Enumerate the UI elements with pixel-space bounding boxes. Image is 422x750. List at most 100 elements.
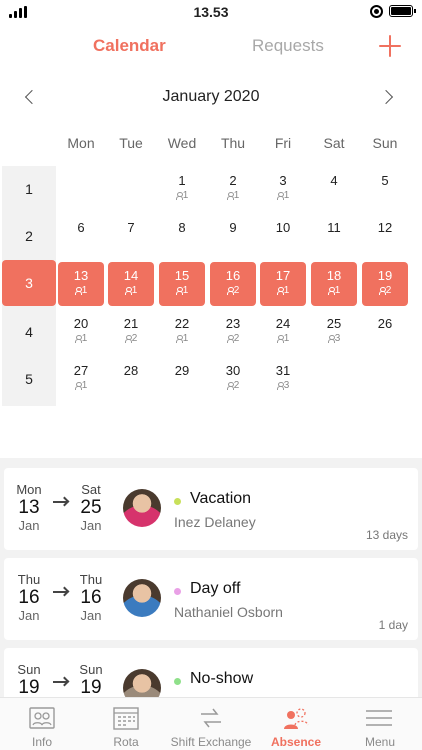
nav-info[interactable]: Info — [0, 698, 84, 750]
absence-type-dot — [174, 498, 181, 505]
calendar-day[interactable]: 17 1 — [260, 262, 306, 306]
from-date-dow: Sun — [17, 662, 41, 677]
person-icon — [124, 287, 132, 295]
absence-count: 1 — [159, 190, 205, 201]
calendar-day[interactable]: 28 — [108, 357, 154, 401]
week-number[interactable]: 3 — [2, 260, 56, 306]
calendar-day[interactable]: 21 — [210, 167, 256, 211]
day-number: 27 — [73, 363, 89, 378]
absence-count: 1 — [159, 285, 205, 296]
absence-duration: 1 day — [378, 618, 408, 632]
week-number[interactable]: 2 — [2, 228, 56, 244]
calendar-day[interactable]: 9 — [210, 214, 256, 258]
absence-count-value: 2 — [233, 285, 240, 296]
calendar-day[interactable]: 8 — [159, 214, 205, 258]
day-number: 16 — [225, 268, 241, 283]
calendar-day[interactable]: 18 1 — [311, 262, 357, 306]
absence-count-value: 1 — [131, 285, 138, 296]
absence-count-value: 1 — [182, 285, 189, 296]
calendar-day[interactable]: 15 1 — [159, 262, 205, 306]
calendar-icon — [113, 707, 139, 730]
absence-duration: 13 days — [365, 528, 408, 542]
calendar-day[interactable]: 7 — [108, 214, 154, 258]
nav-menu[interactable]: Menu — [338, 698, 422, 750]
absence-count: 1 — [210, 190, 256, 201]
calendar-day[interactable]: 11 — [159, 167, 205, 211]
day-number: 8 — [178, 220, 186, 235]
day-number: 21 — [123, 316, 139, 331]
nav-shift-exchange[interactable]: Shift Exchange — [168, 698, 254, 750]
calendar-day[interactable]: 12 — [362, 214, 408, 258]
to-date-mon: Jan — [80, 518, 102, 533]
calendar-day[interactable]: 16 2 — [210, 262, 256, 306]
day-number: 6 — [77, 220, 85, 235]
day-number: 19 — [377, 268, 393, 283]
swap-arrows-icon — [201, 708, 221, 728]
tab-requests[interactable]: Requests — [252, 36, 324, 56]
absence-count-value: 1 — [233, 190, 240, 201]
calendar-day[interactable]: 10 — [260, 214, 306, 258]
calendar-day[interactable]: 29 — [159, 357, 205, 401]
calendar-day[interactable]: 19 2 — [362, 262, 408, 306]
avatar — [123, 489, 161, 527]
calendar-day[interactable]: 11 — [311, 214, 357, 258]
calendar-day[interactable]: 25 3 — [311, 310, 357, 354]
nav-label: Rota — [113, 735, 139, 749]
status-time: 13.53 — [193, 4, 229, 20]
weekday-wed: Wed — [167, 135, 197, 151]
absence-count: 1 — [260, 285, 306, 296]
week-number[interactable]: 5 — [2, 371, 56, 387]
day-number: 20 — [73, 316, 89, 331]
arrow-right-icon — [53, 501, 67, 503]
absence-count-value: 2 — [131, 333, 138, 344]
calendar-day[interactable]: 4 — [311, 167, 357, 211]
day-number: 30 — [225, 363, 241, 378]
absence-person: Inez Delaney — [174, 514, 256, 530]
absence-card[interactable]: Mon 13 Jan Sat 25 Jan Vacation Inez Delaney 13 d… — [4, 468, 418, 550]
hamburger-menu-icon — [366, 710, 392, 726]
person-icon — [276, 335, 284, 343]
day-number: 9 — [229, 220, 237, 235]
calendar-day[interactable]: 6 — [58, 214, 104, 258]
absence-card[interactable]: Thu 16 Jan Thu 16 Jan Day off Nathaniel Osborn 1… — [4, 558, 418, 640]
absence-count: 1 — [108, 285, 154, 296]
calendar-day[interactable]: 23 2 — [210, 310, 256, 354]
absence-count-value: 1 — [182, 190, 189, 201]
day-number: 23 — [225, 316, 241, 331]
week-number[interactable]: 1 — [2, 181, 56, 197]
person-icon — [378, 287, 386, 295]
calendar-day[interactable]: 31 — [260, 167, 306, 211]
calendar-day[interactable]: 31 3 — [260, 357, 306, 401]
absence-count-value: 1 — [81, 333, 88, 344]
calendar-day[interactable]: 5 — [362, 167, 408, 211]
person-icon — [226, 192, 234, 200]
plus-icon[interactable] — [379, 35, 401, 57]
calendar-day[interactable]: 20 1 — [58, 310, 104, 354]
from-date-mon: Jan — [18, 608, 40, 623]
day-number: 1 — [178, 173, 186, 188]
week-number[interactable]: 4 — [2, 324, 56, 340]
person-icon — [276, 192, 284, 200]
absence-count-value: 1 — [283, 333, 290, 344]
tab-calendar[interactable]: Calendar — [93, 36, 166, 56]
calendar-day[interactable]: 27 1 — [58, 357, 104, 401]
calendar-day[interactable]: 21 2 — [108, 310, 154, 354]
calendar-day[interactable]: 13 1 — [58, 262, 104, 306]
absence-count: 1 — [58, 285, 104, 296]
calendar-day[interactable]: 14 1 — [108, 262, 154, 306]
calendar-day[interactable]: 30 2 — [210, 357, 256, 401]
person-icon — [74, 382, 82, 390]
calendar-day[interactable]: 24 1 — [260, 310, 306, 354]
calendar: January 2020 Mon Tue Wed Thu Fri Sat Sun… — [0, 68, 422, 458]
from-date-day: 19 — [18, 677, 40, 698]
nav-absence[interactable]: Absence — [254, 698, 338, 750]
day-number: 10 — [275, 220, 291, 235]
person-icon — [74, 335, 82, 343]
absence-type: No-show — [190, 670, 254, 687]
nav-rota[interactable]: Rota — [84, 698, 168, 750]
calendar-day[interactable]: 26 — [362, 310, 408, 354]
calendar-day[interactable]: 22 1 — [159, 310, 205, 354]
absence-count: 1 — [260, 190, 306, 201]
absence-count-value: 2 — [233, 333, 240, 344]
absence-count: 2 — [108, 333, 154, 344]
